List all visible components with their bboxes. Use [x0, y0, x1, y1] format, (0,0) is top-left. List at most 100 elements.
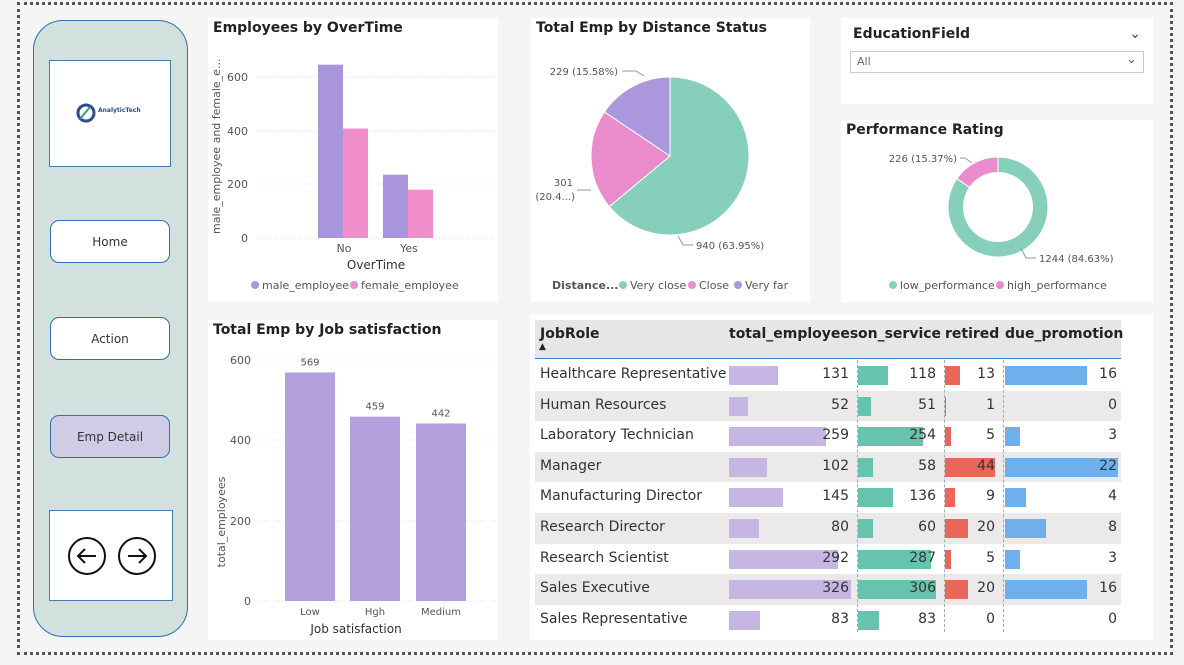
y-tick: 600: [230, 354, 251, 367]
y-tick: 200: [227, 178, 248, 191]
cell-jobrole: Research Scientist: [540, 549, 669, 566]
cell-on-service: 58: [918, 457, 936, 474]
y-tick: 600: [227, 71, 248, 84]
cell-due-promotion: 3: [1108, 549, 1117, 566]
cell-jobrole: Human Resources: [540, 396, 667, 413]
overtime-xlabel: OverTime: [347, 258, 405, 272]
legend-swatch: [688, 281, 696, 289]
cell-retired: 5: [986, 427, 995, 444]
cell-on-service: 83: [918, 610, 936, 627]
jobsat-x-tick: Hgh: [365, 607, 385, 618]
cell-total-employees: 102: [822, 457, 849, 474]
overtime-chart: male_employee and female_e... 600 400 20…: [210, 59, 496, 292]
header-on-service[interactable]: on_service: [858, 326, 941, 342]
chevron-down-icon: ⌄: [1126, 52, 1137, 67]
emp-detail-button[interactable]: Emp Detail: [50, 415, 170, 458]
cell-on-service: 287: [909, 549, 936, 566]
legend-very-close: Very close: [630, 279, 687, 292]
action-button[interactable]: Action: [50, 317, 170, 360]
pie-label-close: 301: [554, 178, 573, 189]
legend-male: male_employee: [262, 279, 349, 292]
education-filter-card: EducationField ⌄ All ⌄: [841, 18, 1153, 104]
cell-due-promotion: 16: [1099, 366, 1117, 382]
overtime-ylabel: male_employee and female_e...: [210, 59, 223, 234]
cell-total-employees: 80: [831, 519, 849, 535]
jobsat-chart: total_employees 600 400 200 0 569 Low 459 H…: [215, 354, 496, 636]
header-retired[interactable]: retired: [945, 326, 999, 342]
performance-donut-chart: 226 (15.37%) 1244 (84.63%) low_performan…: [889, 154, 1114, 292]
forward-arrow-icon[interactable]: [118, 537, 156, 575]
cell-total-employees: 259: [822, 427, 849, 444]
legend-swatch: [996, 281, 1004, 289]
cell-due-promotion: 3: [1108, 427, 1117, 444]
donut-label-low: 1244 (84.63%): [1039, 254, 1114, 265]
pie-label-close-pct: (20.4...): [535, 192, 575, 203]
cell-due-promotion: 16: [1099, 580, 1117, 597]
logo-text: AnalyticTech: [98, 107, 141, 114]
legend-swatch: [889, 281, 897, 289]
dropdown-value: All: [857, 55, 871, 68]
y-tick: 0: [241, 232, 248, 245]
jobsat-bar-Hgh[interactable]: [350, 416, 400, 601]
donut-label-high: 226 (15.37%): [889, 154, 957, 165]
education-field-dropdown[interactable]: All ⌄: [850, 51, 1144, 73]
overtime-bar-female_employee-No[interactable]: [343, 128, 368, 238]
legend-swatch: [350, 281, 358, 289]
jobsat-bar-Medium[interactable]: [416, 423, 466, 601]
y-tick: 200: [230, 515, 251, 528]
jobsat-x-tick: Medium: [421, 607, 461, 618]
back-arrow-icon[interactable]: [68, 537, 106, 575]
cell-on-service: 60: [918, 519, 936, 535]
cell-retired: 20: [977, 519, 995, 535]
cell-total-employees: 145: [822, 488, 849, 505]
jobsat-ylabel: total_employees: [215, 476, 228, 567]
cell-retired: 1: [986, 396, 995, 413]
y-tick: 400: [227, 125, 248, 138]
cell-due-promotion: 0: [1108, 610, 1117, 627]
jobsat-card: Total Emp by Job satisfaction total_empl…: [208, 320, 498, 640]
page-navigator: [49, 510, 173, 601]
cell-jobrole: Manager: [540, 457, 602, 474]
header-jobrole[interactable]: JobRole: [540, 326, 600, 342]
legend-very-far: Very far: [745, 279, 789, 292]
pie-label-very-close: 940 (63.95%): [696, 241, 764, 252]
legend-high-performance: high_performance: [1007, 279, 1107, 292]
cell-jobrole: Research Director: [540, 519, 665, 535]
cell-retired: 5: [986, 549, 995, 566]
legend-title: Distance...: [552, 279, 618, 292]
column-divider: [1003, 360, 1004, 632]
cell-retired: 20: [977, 580, 995, 597]
jobsat-data-label: 442: [431, 408, 450, 419]
overtime-bar-male_employee-No[interactable]: [318, 64, 343, 238]
performance-card: Performance Rating 226 (15.37%) 1244 (84…: [841, 120, 1153, 302]
chevron-down-icon[interactable]: ⌄: [1129, 26, 1141, 42]
column-divider: [944, 360, 945, 632]
legend-close: Close: [699, 279, 729, 292]
cell-on-service: 306: [909, 580, 936, 597]
jobsat-bar-Low[interactable]: [285, 372, 335, 601]
education-filter-label: EducationField: [853, 26, 971, 42]
cell-total-employees: 83: [831, 610, 849, 627]
overtime-bar-male_employee-Yes[interactable]: [383, 174, 408, 238]
cell-due-promotion: 4: [1108, 488, 1117, 505]
cell-total-employees: 326: [822, 580, 849, 597]
cell-due-promotion: 8: [1108, 519, 1117, 535]
pie-label-very-far: 229 (15.58%): [550, 67, 618, 78]
legend-swatch: [251, 281, 259, 289]
cell-jobrole: Sales Representative: [540, 610, 688, 627]
cell-retired: 44: [977, 457, 995, 474]
header-total-employees[interactable]: total_employees: [729, 326, 858, 342]
header-due-promotion[interactable]: due_promotion: [1005, 326, 1123, 342]
jobsat-xlabel: Job satisfaction: [309, 622, 401, 636]
sort-ascending-icon[interactable]: ▲: [539, 342, 546, 352]
distance-card: Total Emp by Distance Status 229 (15.58%…: [531, 18, 810, 302]
cell-retired: 13: [977, 366, 995, 382]
x-tick-no: No: [337, 242, 352, 255]
cell-total-employees: 52: [831, 396, 849, 413]
home-button[interactable]: Home: [50, 220, 170, 263]
cell-due-promotion: 22: [1099, 457, 1117, 474]
overtime-card: Employees by OverTime male_employee and …: [208, 18, 498, 302]
overtime-bar-female_employee-Yes[interactable]: [408, 189, 433, 238]
cell-on-service: 118: [909, 366, 936, 382]
cell-due-promotion: 0: [1108, 396, 1117, 413]
